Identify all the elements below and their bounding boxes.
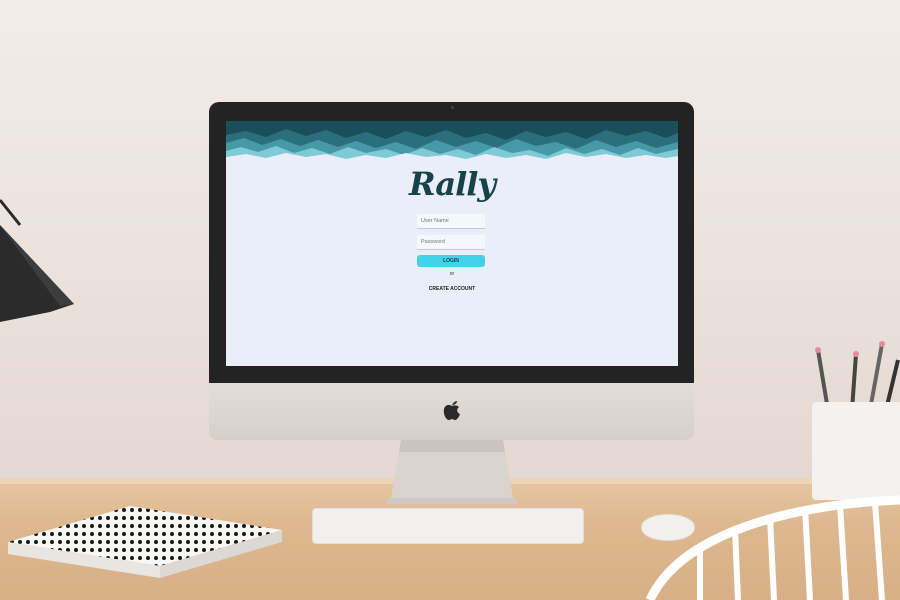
pencils xyxy=(815,341,900,410)
or-separator: or xyxy=(449,271,455,277)
pencil-cup xyxy=(812,402,900,500)
monitor-stand xyxy=(387,440,517,504)
desk-lamp xyxy=(0,199,74,322)
username-input[interactable]: User Name xyxy=(417,214,485,229)
apple-logo-icon xyxy=(443,401,460,420)
chair xyxy=(645,495,900,600)
password-placeholder: Password xyxy=(421,239,446,245)
login-button[interactable]: LOGIN xyxy=(417,255,485,267)
app-logo: Rally xyxy=(409,165,496,203)
app-screen: Rally User Name Password LOGIN or CREATE… xyxy=(226,121,678,366)
mountain-banner xyxy=(226,121,678,161)
create-account-link[interactable]: CREATE ACCOUNT xyxy=(226,286,678,292)
camera-icon xyxy=(451,106,454,109)
notebook xyxy=(8,506,282,578)
username-placeholder: User Name xyxy=(421,218,449,224)
keyboard xyxy=(312,508,584,544)
password-input[interactable]: Password xyxy=(417,235,485,250)
